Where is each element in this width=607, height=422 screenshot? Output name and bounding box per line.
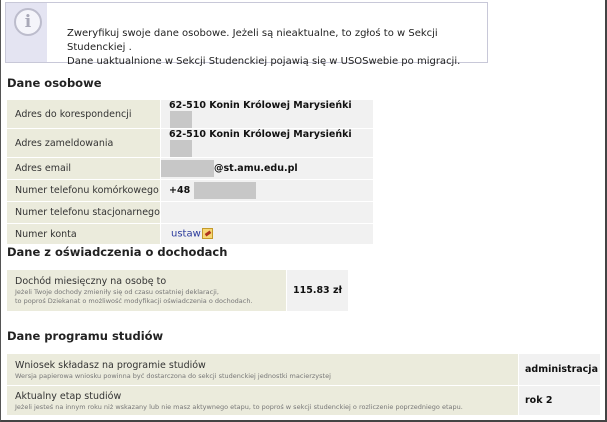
info-message: Zweryfikuj swoje dane osobowe. Jeżeli są… bbox=[67, 27, 485, 69]
row-value: @st.amu.edu.pl bbox=[161, 158, 374, 180]
info-line-1: Zweryfikuj swoje dane osobowe. Jeżeli są… bbox=[67, 28, 438, 53]
stage-note: Jeżeli jesteś na innym roku niż wskazany… bbox=[15, 402, 463, 411]
row-label: Numer konta bbox=[7, 224, 161, 245]
row-label: Numer telefonu stacjonarnego bbox=[7, 202, 161, 224]
program-label: Wniosek składasz na programie studiów bbox=[15, 359, 206, 371]
address-text: 62-510 Konin Królowej Marysieńki bbox=[169, 129, 352, 140]
table-row: Wniosek składasz na programie studiów We… bbox=[7, 354, 601, 386]
edit-icon[interactable] bbox=[201, 228, 213, 240]
row-label: Numer telefonu komórkowego bbox=[7, 180, 161, 202]
address-text: 62-510 Konin Królowej Marysieńki bbox=[169, 100, 352, 111]
row-label: Dochód miesięczny na osobę to Jeżeli Two… bbox=[7, 270, 287, 312]
row-label: Adres zameldowania bbox=[7, 129, 161, 158]
personal-data-table: Adres do korespondencji 62-510 Konin Kró… bbox=[7, 100, 374, 245]
email-text: @st.amu.edu.pl bbox=[214, 163, 298, 174]
income-table: Dochód miesięczny na osobę to Jeżeli Two… bbox=[7, 270, 349, 312]
row-label: Adres email bbox=[7, 158, 161, 180]
info-line-2: Dane uaktualnione w Sekcji Studenckiej p… bbox=[67, 56, 461, 67]
table-row: Adres do korespondencji 62-510 Konin Kró… bbox=[7, 100, 374, 129]
table-row: Aktualny etap studiów Jeżeli jesteś na i… bbox=[7, 386, 601, 416]
phone-text: +48 bbox=[169, 185, 191, 196]
row-value bbox=[161, 202, 374, 224]
table-row: Numer konta ustaw bbox=[7, 224, 374, 245]
program-value: administracja bbox=[519, 354, 601, 386]
stage-label: Aktualny etap studiów bbox=[15, 390, 122, 402]
info-box: i Zweryfikuj swoje dane osobowe. Jeżeli … bbox=[5, 2, 488, 67]
row-value: ustaw bbox=[161, 224, 374, 245]
set-account-link[interactable]: ustaw bbox=[171, 229, 201, 240]
income-note-2: to poproś Dziekanat o możliwość modyfika… bbox=[15, 297, 253, 305]
stage-value: rok 2 bbox=[519, 386, 601, 416]
redacted-block bbox=[194, 182, 257, 199]
redacted-block bbox=[161, 160, 214, 177]
program-table: Wniosek składasz na programie studiów We… bbox=[7, 354, 601, 416]
table-row: Numer telefonu komórkowego +48 bbox=[7, 180, 374, 202]
table-row: Dochód miesięczny na osobę to Jeżeli Two… bbox=[7, 270, 349, 312]
redacted-block bbox=[170, 140, 192, 157]
row-label: Wniosek składasz na programie studiów We… bbox=[7, 354, 519, 386]
income-value: 115.83 zł bbox=[287, 270, 349, 312]
redacted-block bbox=[170, 111, 192, 128]
row-label: Adres do korespondencji bbox=[7, 100, 161, 129]
table-row: Numer telefonu stacjonarnego bbox=[7, 202, 374, 224]
section-title-personal: Dane osobowe bbox=[7, 76, 102, 90]
income-note-1: Jeżeli Twoje dochody zmieniły się od cza… bbox=[15, 288, 219, 296]
section-title-program: Dane programu studiów bbox=[7, 329, 164, 343]
section-title-income: Dane z oświadczenia o dochodach bbox=[7, 245, 228, 259]
info-icon: i bbox=[14, 8, 42, 36]
table-row: Adres zameldowania 62-510 Konin Królowej… bbox=[7, 129, 374, 158]
table-row: Adres email @st.amu.edu.pl bbox=[7, 158, 374, 180]
row-value: 62-510 Konin Królowej Marysieńki bbox=[161, 129, 374, 158]
row-value: 62-510 Konin Królowej Marysieńki bbox=[161, 100, 374, 129]
row-label: Aktualny etap studiów Jeżeli jesteś na i… bbox=[7, 386, 519, 416]
row-value: +48 bbox=[161, 180, 374, 202]
info-sidebar: i bbox=[6, 3, 47, 62]
program-note: Wersja papierowa wniosku powinna być dos… bbox=[15, 371, 331, 380]
income-label: Dochód miesięczny na osobę to bbox=[15, 276, 167, 287]
